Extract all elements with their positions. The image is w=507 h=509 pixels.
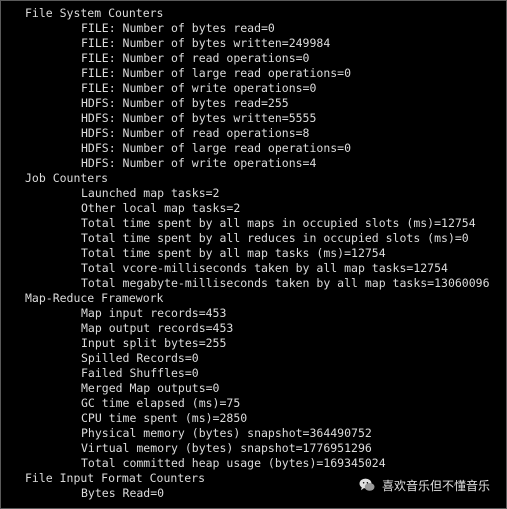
counter-line: Total time spent by all map tasks (ms)=1… — [81, 246, 386, 260]
terminal-output: File System Counters FILE: Number of byt… — [25, 6, 506, 501]
wechat-icon — [359, 478, 375, 491]
counter-line: Failed Shuffles=0 — [81, 366, 199, 380]
watermark: 喜欢音乐但不懂音乐 — [358, 476, 490, 494]
counter-line: HDFS: Number of bytes written=5555 — [81, 111, 317, 125]
counter-line: FILE: Number of write operations=0 — [81, 81, 317, 95]
watermark-text: 喜欢音乐但不懂音乐 — [381, 478, 490, 493]
counter-line: Map output records=453 — [81, 321, 234, 335]
counter-line: Spilled Records=0 — [81, 351, 199, 365]
counter-line: FILE: Number of bytes written=249984 — [81, 36, 331, 50]
counter-line: Physical memory (bytes) snapshot=3644907… — [81, 426, 372, 440]
counter-line: CPU time spent (ms)=2850 — [81, 411, 248, 425]
counter-line: FILE: Number of large read operations=0 — [81, 66, 352, 80]
group-header-map-reduce: Map-Reduce Framework — [25, 291, 164, 305]
counter-line: HDFS: Number of write operations=4 — [81, 156, 317, 170]
group-header-job-counters: Job Counters — [25, 171, 109, 185]
counter-line: Input split bytes=255 — [81, 336, 227, 350]
counter-line: Virtual memory (bytes) snapshot=17769512… — [81, 441, 372, 455]
counter-line: Total vcore-milliseconds taken by all ma… — [81, 261, 448, 275]
group-header-file-system: File System Counters — [25, 6, 164, 20]
counter-line: Total megabyte-milliseconds taken by all… — [81, 276, 490, 290]
counter-line: HDFS: Number of read operations=8 — [81, 126, 310, 140]
counter-line: Merged Map outputs=0 — [81, 381, 220, 395]
counter-line: FILE: Number of bytes read=0 — [81, 21, 275, 35]
terminal-window: File System Counters FILE: Number of byt… — [0, 0, 507, 509]
counter-line: FILE: Number of read operations=0 — [81, 51, 310, 65]
counter-line: Map input records=453 — [81, 306, 227, 320]
counter-line: Total committed heap usage (bytes)=16934… — [81, 456, 386, 470]
counter-line: GC time elapsed (ms)=75 — [81, 396, 241, 410]
counter-line: Launched map tasks=2 — [81, 186, 220, 200]
counter-line: HDFS: Number of large read operations=0 — [81, 141, 352, 155]
counter-line: HDFS: Number of bytes read=255 — [81, 96, 289, 110]
counter-line: Total time spent by all reduces in occup… — [81, 231, 469, 245]
counter-line: Other local map tasks=2 — [81, 201, 241, 215]
counter-line: Total time spent by all maps in occupied… — [81, 216, 476, 230]
